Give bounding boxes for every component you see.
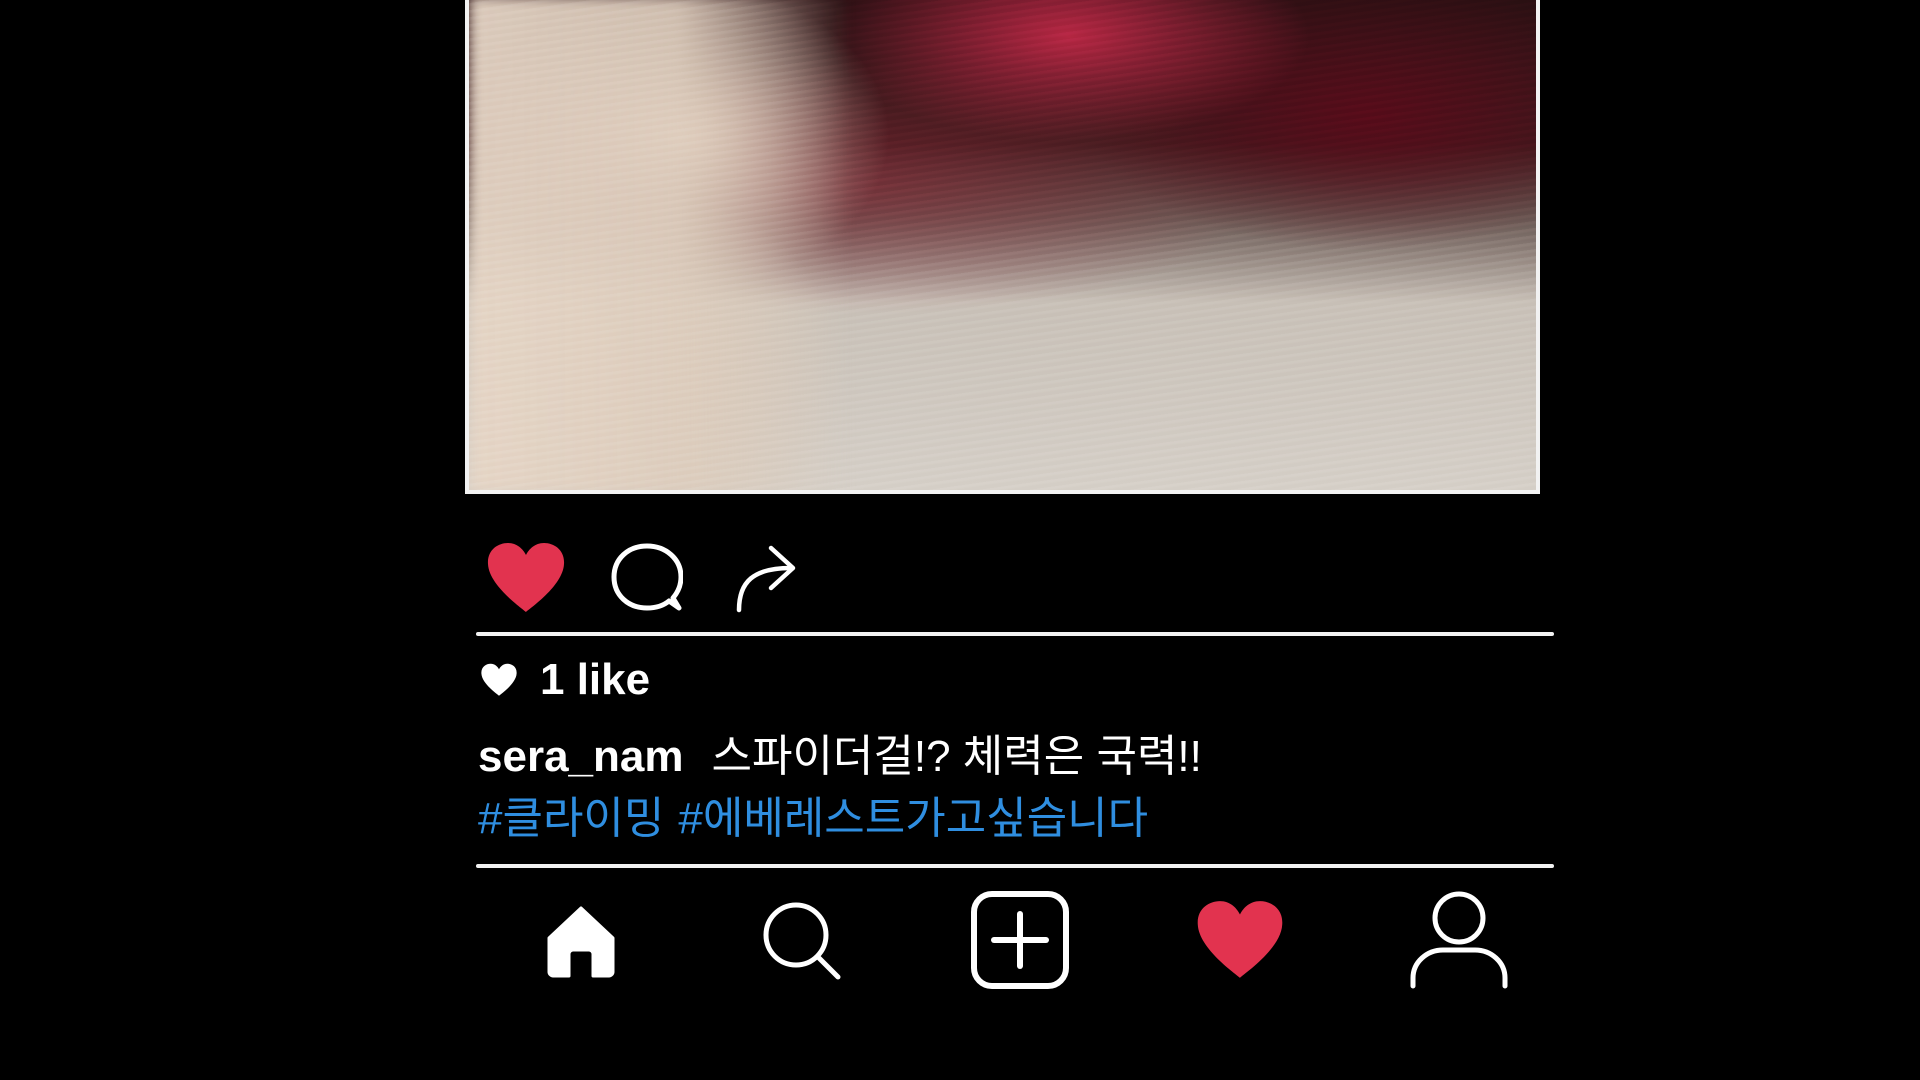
like-button[interactable] (485, 537, 567, 619)
nav-search-button[interactable] (746, 885, 856, 995)
caption-username[interactable]: sera_nam (478, 732, 683, 781)
comment-button[interactable] (607, 537, 686, 619)
heart-filled-icon (1197, 901, 1282, 978)
caption-line: sera_nam 스파이더걸!? 체력은 국력!! (478, 726, 1538, 788)
home-icon (547, 906, 615, 978)
share-arrow-icon (736, 545, 795, 612)
user-icon (1410, 891, 1508, 989)
share-button[interactable] (726, 537, 805, 619)
instagram-post-screen: 1 like sera_nam 스파이더걸!? 체력은 국력!! #클라이밍 #에베… (0, 0, 1920, 1080)
nav-add-post-button[interactable] (965, 885, 1075, 995)
heart-filled-icon (487, 542, 565, 612)
post-action-row (485, 535, 845, 620)
photo-wood-texture (469, 0, 1536, 490)
post-photo[interactable] (465, 0, 1540, 494)
divider-bottom (476, 864, 1554, 868)
post-caption: sera_nam 스파이더걸!? 체력은 국력!! #클라이밍 #에베레스트가고싶습… (478, 726, 1538, 850)
nav-profile-button[interactable] (1404, 885, 1514, 995)
likes-count[interactable]: 1 like (480, 655, 650, 705)
nav-home-button[interactable] (526, 885, 636, 995)
caption-hashtags: #클라이밍 #에베레스트가고싶습니다 (478, 788, 1538, 850)
divider-top (476, 632, 1554, 636)
caption-text: 스파이더걸!? 체력은 국력!! (711, 732, 1202, 781)
hashtag-link[interactable]: #에베레스트가고싶습니다 (678, 794, 1148, 843)
nav-activity-button[interactable] (1185, 885, 1295, 995)
likes-text: 1 like (540, 655, 651, 704)
plus-square-icon (971, 891, 1069, 989)
bottom-nav (476, 880, 1554, 1000)
speech-bubble-icon (611, 543, 683, 610)
hashtag-link[interactable]: #클라이밍 (478, 794, 664, 843)
search-icon (763, 902, 840, 980)
heart-icon (480, 663, 518, 697)
